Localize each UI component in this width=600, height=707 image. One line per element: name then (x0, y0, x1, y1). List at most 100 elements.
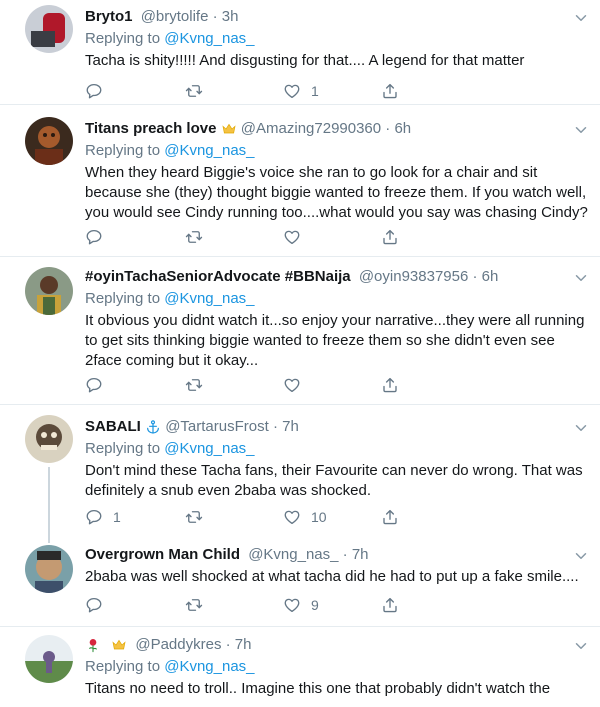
retweet-icon (185, 82, 203, 100)
tweet[interactable]: Overgrown Man Child @Kvng_nas_ · 7h 2bab… (0, 539, 600, 627)
like-button[interactable] (283, 227, 311, 247)
separator: · (385, 120, 391, 137)
share-button[interactable] (381, 81, 399, 101)
tweet-text-line: 2face coming but it okay... (85, 352, 259, 369)
replying-to-label: Replying to (85, 290, 161, 307)
timestamp[interactable]: 7h (282, 418, 299, 435)
like-count: 9 (311, 597, 319, 613)
username[interactable]: @oyin93837956 (359, 268, 468, 285)
tweet-text-line: definitely a snub even 2baba was shocked… (85, 482, 372, 499)
username[interactable]: @Amazing72990360 (241, 120, 381, 137)
retweet-button[interactable] (185, 81, 213, 101)
reply-icon (85, 82, 103, 100)
reply-icon (85, 228, 103, 246)
share-button[interactable] (381, 507, 399, 527)
retweet-button[interactable] (185, 595, 213, 615)
display-name[interactable]: Bryto1 (85, 8, 133, 25)
timestamp[interactable]: 3h (222, 8, 239, 25)
share-icon (381, 508, 399, 526)
chevron-down-icon[interactable] (572, 269, 590, 287)
mention-link[interactable]: @Kvng_nas_ (164, 658, 254, 675)
username[interactable]: @brytolife (141, 8, 209, 25)
retweet-button[interactable] (185, 507, 213, 527)
chevron-down-icon[interactable] (572, 419, 590, 437)
like-count: 1 (311, 83, 319, 99)
chevron-down-icon[interactable] (572, 637, 590, 655)
reply-button[interactable] (85, 375, 113, 395)
separator: · (272, 418, 278, 435)
separator: · (212, 8, 218, 25)
tweet-actions (85, 375, 505, 395)
tweet[interactable]: SABALI @TartarusFrost · 7h Replying to @… (0, 405, 600, 543)
share-icon (381, 596, 399, 614)
display-name[interactable]: #oyinTachaSeniorAdvocate #BBNaija (85, 268, 351, 285)
like-icon (283, 508, 301, 526)
avatar[interactable] (25, 415, 73, 463)
replying-to: Replying to @Kvng_nas_ (85, 29, 255, 49)
retweet-button[interactable] (185, 375, 213, 395)
like-icon (283, 82, 301, 100)
reply-button[interactable] (85, 595, 113, 615)
replying-to: Replying to @Kvng_nas_ (85, 141, 255, 161)
like-button[interactable]: 1 (283, 81, 319, 101)
display-name[interactable]: Overgrown Man Child (85, 546, 240, 563)
mention-link[interactable]: @Kvng_nas_ (164, 142, 254, 159)
like-icon (283, 376, 301, 394)
tweet-text-line: Don't mind these Tacha fans, their Favou… (85, 462, 583, 479)
tweet[interactable]: Bryto1 @brytolife · 3h Replying to @Kvng… (0, 0, 600, 105)
replying-to: Replying to @Kvng_nas_ (85, 439, 255, 459)
tweet[interactable]: Titans preach love @Amazing72990360 · 6h… (0, 105, 600, 257)
tweet-text: When they heard Biggie's voice she ran t… (85, 163, 590, 223)
retweet-icon (185, 596, 203, 614)
share-icon (381, 376, 399, 394)
display-name[interactable]: SABALI (85, 418, 141, 435)
like-button[interactable]: 10 (283, 507, 327, 527)
avatar[interactable] (25, 5, 73, 53)
reply-button[interactable]: 1 (85, 507, 121, 527)
chevron-down-icon[interactable] (572, 121, 590, 139)
username[interactable]: @TartarusFrost (165, 418, 269, 435)
timestamp[interactable]: 7h (352, 546, 369, 563)
tweet-text: 2baba was well shocked at what tacha did… (85, 568, 579, 585)
share-icon (381, 82, 399, 100)
avatar[interactable] (25, 117, 73, 165)
tweet[interactable]: @Paddykres · 7h Replying to @Kvng_nas_ T… (0, 627, 600, 707)
share-button[interactable] (381, 595, 399, 615)
separator: · (342, 546, 348, 563)
reply-count: 1 (113, 509, 121, 525)
timestamp[interactable]: 7h (235, 636, 252, 653)
mention-link[interactable]: @Kvng_nas_ (164, 440, 254, 457)
mention-link[interactable]: @Kvng_nas_ (164, 30, 254, 47)
retweet-button[interactable] (185, 227, 213, 247)
like-count: 10 (311, 509, 327, 525)
replying-to-label: Replying to (85, 30, 161, 47)
mention-link[interactable]: @Kvng_nas_ (164, 290, 254, 307)
tweet-text-line: because she (they) thought biggie wanted… (85, 184, 587, 201)
thread-line (48, 467, 50, 543)
replying-to: Replying to @Kvng_nas_ (85, 289, 255, 309)
timestamp[interactable]: 6h (482, 268, 499, 285)
chevron-down-icon[interactable] (572, 9, 590, 27)
username[interactable]: @Paddykres (135, 636, 221, 653)
retweet-icon (185, 228, 203, 246)
timestamp[interactable]: 6h (394, 120, 411, 137)
tweet-actions: 1 10 (85, 507, 505, 527)
avatar[interactable] (25, 267, 73, 315)
share-button[interactable] (381, 375, 399, 395)
share-button[interactable] (381, 227, 399, 247)
avatar[interactable] (25, 635, 73, 683)
tweet[interactable]: #oyinTachaSeniorAdvocate #BBNaija @oyin9… (0, 257, 600, 405)
reply-button[interactable] (85, 227, 113, 247)
tweet-text-line: to get sits thinking biggie wanted to fr… (85, 332, 555, 349)
like-button[interactable] (283, 375, 311, 395)
like-icon (283, 228, 301, 246)
tweet-text: Don't mind these Tacha fans, their Favou… (85, 461, 590, 501)
reply-button[interactable] (85, 81, 113, 101)
avatar[interactable] (25, 545, 73, 593)
like-button[interactable]: 9 (283, 595, 319, 615)
reply-icon (85, 596, 103, 614)
tweet-actions: 9 (85, 595, 505, 615)
chevron-down-icon[interactable] (572, 547, 590, 565)
display-name[interactable]: Titans preach love (85, 120, 216, 137)
username[interactable]: @Kvng_nas_ (248, 546, 338, 563)
